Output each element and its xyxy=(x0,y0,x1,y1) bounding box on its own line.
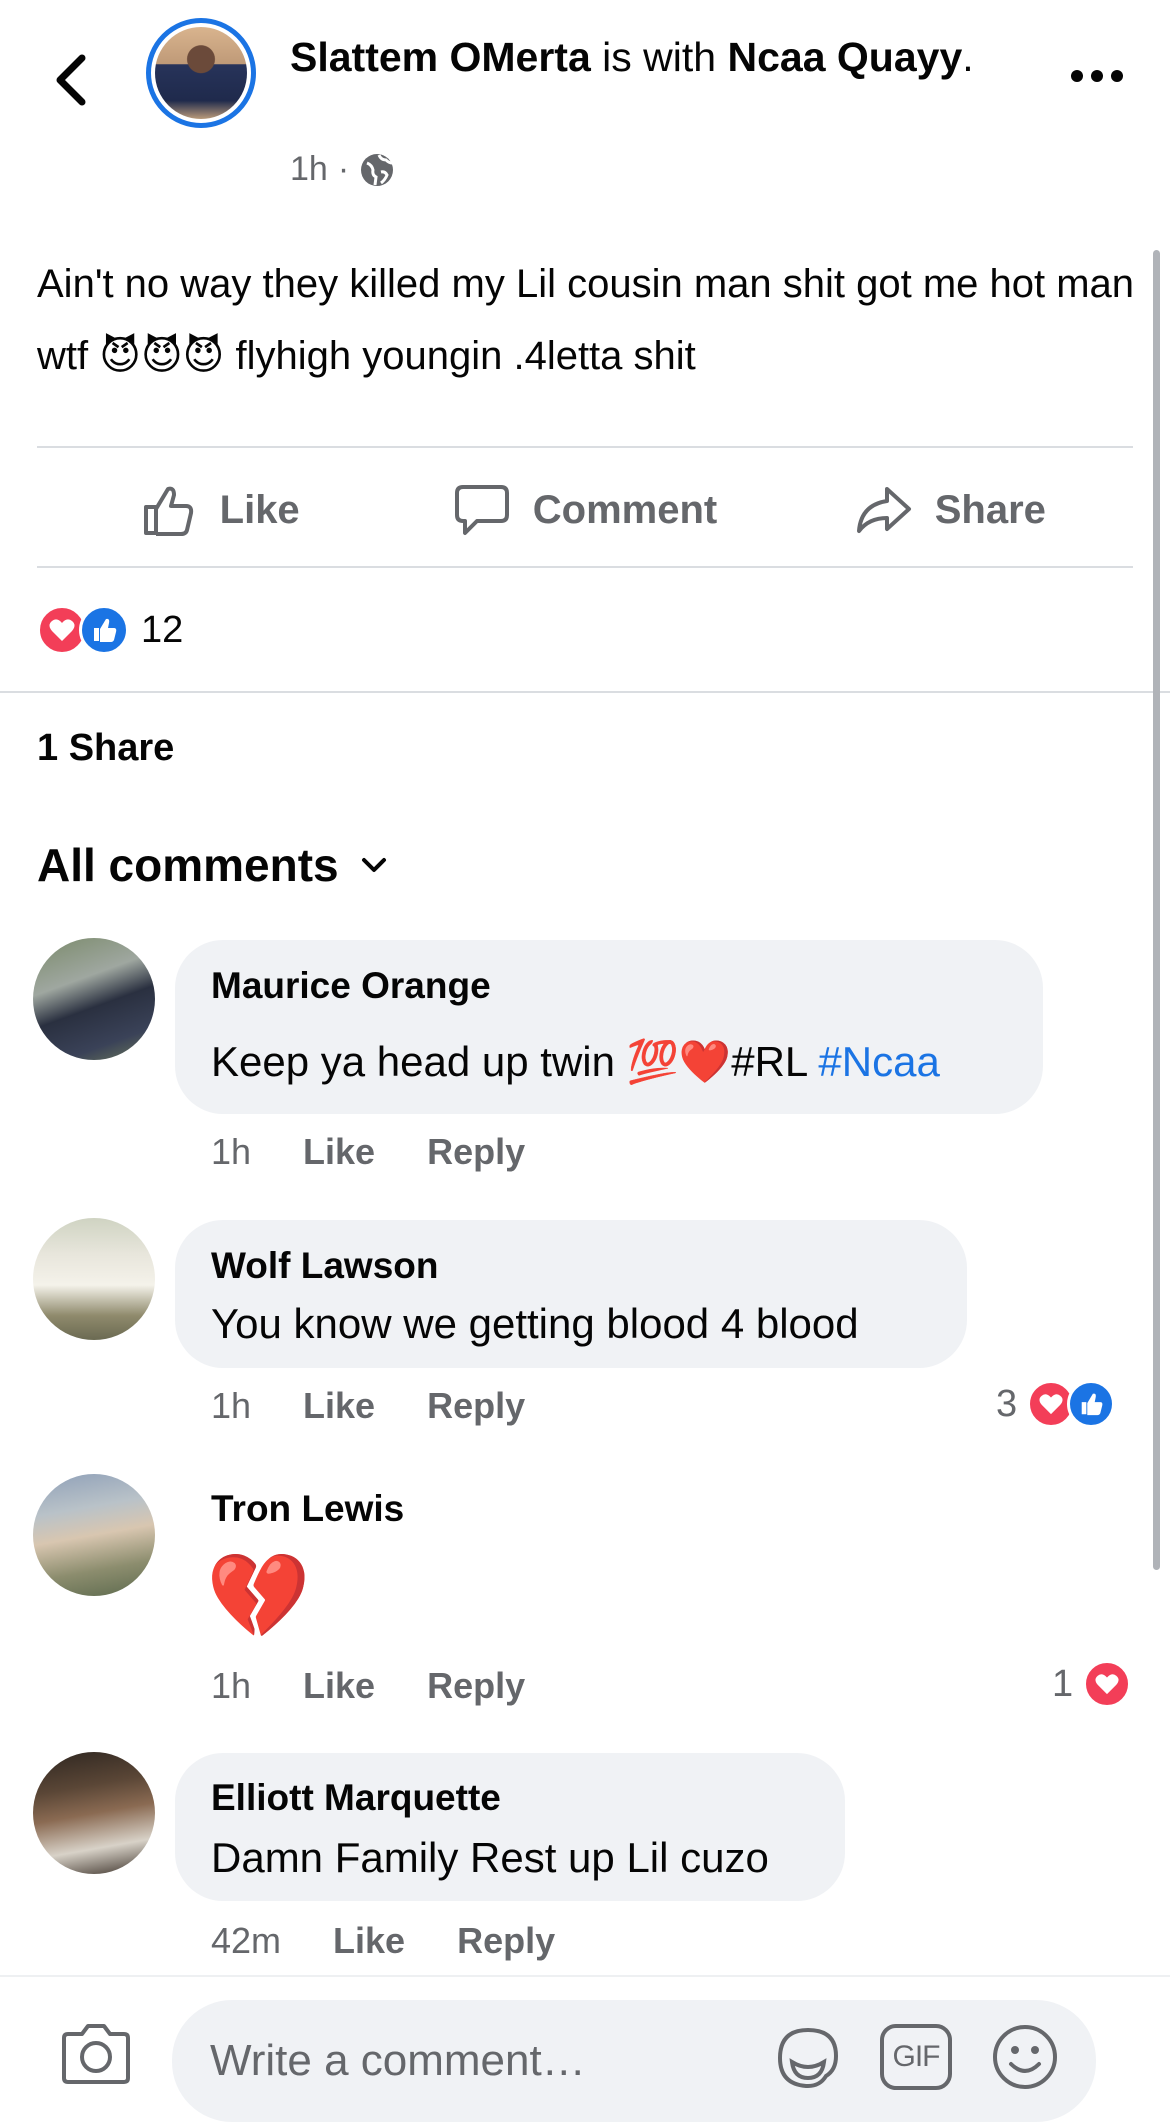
camera-button[interactable] xyxy=(58,2020,134,2088)
commenter-avatar[interactable] xyxy=(33,1218,155,1340)
comment-time: 1h xyxy=(211,1385,252,1426)
commenter-name[interactable]: Tron Lewis xyxy=(211,1488,404,1530)
scrollbar[interactable] xyxy=(1153,250,1160,1570)
smiley-icon xyxy=(993,2025,1057,2089)
comment-button[interactable]: Comment xyxy=(402,450,767,570)
reactions-summary[interactable]: 12 xyxy=(37,602,183,658)
post-meta: 1h · xyxy=(290,150,395,189)
comment-time: 42m xyxy=(211,1920,282,1961)
globe-icon xyxy=(361,153,394,186)
hashtag-link[interactable]: #Ncaa xyxy=(818,1038,939,1085)
more-options-button[interactable] xyxy=(1062,56,1132,96)
like-reaction-icon xyxy=(1067,1380,1116,1428)
comments-header: All comments xyxy=(37,839,339,891)
comment-meta: 42m Like Reply xyxy=(211,1920,555,1962)
post-header-title: Slattem OMerta is with Ncaa Quayy. xyxy=(290,34,974,80)
comment-reply-button[interactable]: Reply xyxy=(427,1665,525,1707)
share-icon xyxy=(856,487,911,533)
comment-like-button[interactable]: Like xyxy=(303,1385,375,1427)
comment-reply-button[interactable]: Reply xyxy=(427,1131,525,1173)
chevron-down-icon xyxy=(361,858,386,872)
post-text: Ain't no way they killed my Lil cousin m… xyxy=(37,262,1135,378)
love-reaction-icon xyxy=(1083,1660,1132,1708)
comment-meta: 1h Like Reply xyxy=(211,1131,525,1173)
commenter-name[interactable]: Elliott Marquette xyxy=(211,1777,501,1819)
divider xyxy=(37,446,1133,448)
reaction-count: 12 xyxy=(141,608,184,651)
comment-like-button[interactable]: Like xyxy=(303,1665,375,1707)
gif-button[interactable]: GIF xyxy=(880,2024,952,2090)
author-avatar[interactable] xyxy=(146,18,256,128)
commenter-name[interactable]: Maurice Orange xyxy=(211,965,491,1007)
divider xyxy=(0,1975,1170,1977)
comment-text: Keep ya head up twin 💯❤️#RL #Ncaa xyxy=(211,1038,940,1085)
comment-reactions[interactable]: 1 xyxy=(1052,1660,1132,1708)
with-text: is with xyxy=(602,34,717,80)
commenter-avatar[interactable] xyxy=(33,1474,155,1596)
comment-reaction-count: 3 xyxy=(996,1382,1018,1425)
sticker-icon xyxy=(777,2027,839,2088)
post-action-bar: Like Comment Share xyxy=(37,450,1133,570)
share-count[interactable]: 1 Share xyxy=(37,727,174,770)
emoji-button[interactable] xyxy=(990,2022,1060,2092)
broken-heart-emoji: 💔 xyxy=(206,1549,311,1643)
comment-meta: 1h Like Reply xyxy=(211,1665,525,1707)
comment-reaction-count: 1 xyxy=(1052,1662,1074,1705)
comment-text: You know we getting blood 4 blood xyxy=(211,1300,859,1347)
comment-text: Damn Family Rest up Lil cuzo xyxy=(211,1834,769,1881)
like-reaction-icon xyxy=(79,605,129,655)
chevron-left-icon xyxy=(56,54,86,106)
camera-icon xyxy=(62,2024,130,2084)
comment-meta: 1h Like Reply xyxy=(211,1385,525,1427)
gif-label: GIF xyxy=(892,2040,941,2073)
comment-sort-dropdown[interactable]: All comments xyxy=(37,838,389,892)
post-time[interactable]: 1h xyxy=(290,150,328,189)
comment-like-button[interactable]: Like xyxy=(333,1920,405,1962)
comment-time: 1h xyxy=(211,1131,252,1172)
share-button[interactable]: Share xyxy=(768,450,1133,570)
divider xyxy=(0,691,1170,693)
comment-time: 1h xyxy=(211,1665,252,1706)
author-name[interactable]: Slattem OMerta xyxy=(290,34,591,80)
commenter-avatar[interactable] xyxy=(33,1752,155,1874)
comment-reply-button[interactable]: Reply xyxy=(457,1920,555,1962)
comment-icon xyxy=(454,485,509,535)
commenter-avatar[interactable] xyxy=(33,938,155,1060)
tagged-name[interactable]: Ncaa Quayy xyxy=(728,34,963,80)
sticker-button[interactable] xyxy=(772,2022,844,2094)
comment-input-placeholder: Write a comment… xyxy=(210,2036,586,2085)
comment-reactions[interactable]: 3 xyxy=(996,1380,1116,1428)
back-button[interactable] xyxy=(44,44,104,114)
devil-emoji: 😈😈😈 xyxy=(99,334,225,378)
commenter-name[interactable]: Wolf Lawson xyxy=(211,1245,438,1287)
thumbs-up-icon xyxy=(143,486,193,536)
comment-like-button[interactable]: Like xyxy=(303,1131,375,1173)
comment-reply-button[interactable]: Reply xyxy=(427,1385,525,1427)
more-icon xyxy=(1071,70,1123,82)
like-button[interactable]: Like xyxy=(37,450,402,570)
divider xyxy=(37,566,1133,568)
